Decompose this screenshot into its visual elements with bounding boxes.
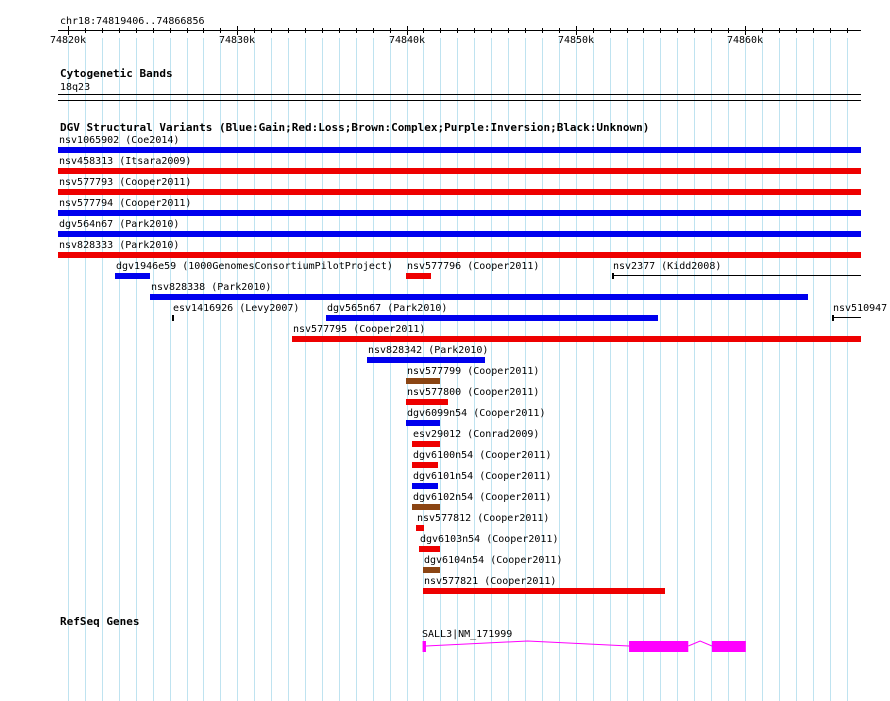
- intron: [688, 640, 713, 647]
- exon[interactable]: [711, 641, 746, 652]
- genome-browser-canvas: chr18:74819406..74866856 74820k 74830k 748…: [0, 0, 890, 701]
- exon[interactable]: [629, 641, 689, 652]
- intron: [425, 640, 630, 647]
- gene-model-svg[interactable]: [0, 0, 890, 701]
- exon[interactable]: [422, 641, 426, 652]
